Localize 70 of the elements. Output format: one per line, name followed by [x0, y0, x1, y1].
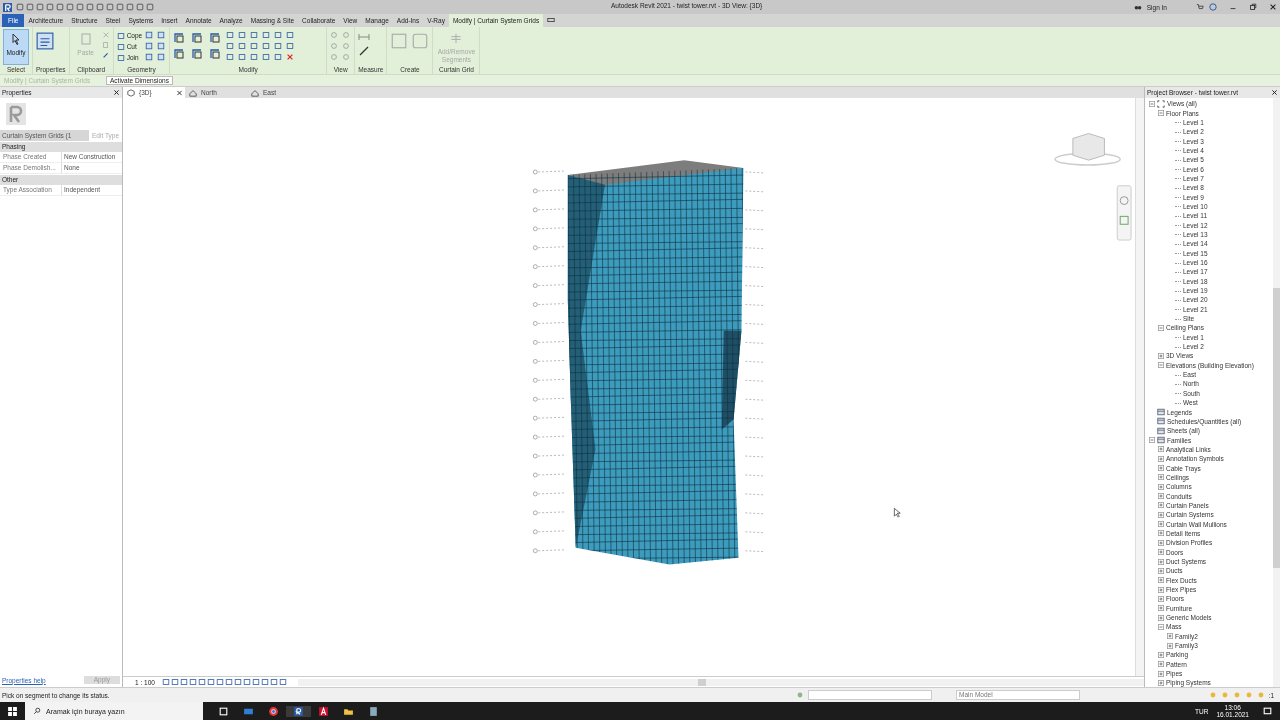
expand-toggle-icon[interactable] [1158, 651, 1164, 658]
expand-toggle-icon[interactable] [1158, 558, 1164, 565]
cart-icon[interactable] [1196, 3, 1204, 11]
expand-toggle-icon[interactable] [1158, 567, 1164, 574]
close-icon[interactable] [113, 89, 120, 96]
expand-toggle-icon[interactable] [1158, 661, 1164, 668]
scrollbar-thumb[interactable] [697, 678, 706, 686]
brush-icon[interactable] [101, 51, 110, 59]
tool-icon[interactable] [286, 53, 295, 61]
navigation-bar-icon[interactable] [1116, 185, 1132, 241]
panel-toggle-icon[interactable] [547, 16, 556, 24]
expand-toggle-icon[interactable] [1158, 352, 1164, 359]
clipboard-icon [78, 32, 93, 46]
house-icon [251, 88, 259, 97]
expand-toggle-icon[interactable] [1167, 642, 1173, 649]
vertical-scrollbar[interactable] [1135, 98, 1144, 676]
restore-icon[interactable] [1249, 3, 1257, 11]
help-icon[interactable] [1209, 3, 1217, 11]
app-logo-icon[interactable] [3, 2, 12, 12]
expand-toggle-icon[interactable] [1158, 455, 1164, 462]
expand-toggle-icon[interactable] [1158, 465, 1164, 472]
expand-toggle-icon[interactable] [1158, 670, 1164, 677]
tool-icon[interactable] [173, 48, 186, 60]
expand-toggle-icon[interactable] [1158, 614, 1164, 621]
expand-toggle-icon[interactable] [1158, 605, 1164, 612]
cube-icon [127, 88, 135, 97]
expand-toggle-icon[interactable] [1158, 324, 1164, 331]
workset-field[interactable] [808, 690, 932, 700]
scissors-icon[interactable] [101, 31, 110, 39]
views-icon [1157, 99, 1165, 108]
revit-app-icon[interactable] [286, 705, 311, 717]
expand-toggle-icon[interactable] [1158, 539, 1164, 546]
expand-toggle-icon[interactable] [1158, 595, 1164, 602]
expand-toggle-icon[interactable] [1167, 633, 1173, 640]
tool-icon[interactable] [191, 32, 204, 44]
tool-icon[interactable] [173, 32, 186, 44]
expand-toggle-icon[interactable] [1158, 521, 1164, 528]
expand-toggle-icon[interactable] [1149, 437, 1155, 444]
tool-icon[interactable] [191, 48, 204, 60]
cursor-icon [894, 508, 901, 518]
expand-toggle-icon[interactable] [1158, 577, 1164, 584]
close-icon[interactable] [1269, 3, 1277, 11]
expand-toggle-icon[interactable] [1158, 530, 1164, 537]
close-icon[interactable] [1271, 89, 1278, 96]
expand-toggle-icon[interactable] [1158, 549, 1164, 556]
expand-toggle-icon[interactable] [1158, 502, 1164, 509]
expand-toggle-icon[interactable] [1158, 493, 1164, 500]
expand-toggle-icon[interactable] [1158, 483, 1164, 490]
properties-icon[interactable] [36, 32, 54, 50]
tool-icon[interactable] [209, 32, 222, 44]
workset-icon[interactable] [796, 691, 804, 699]
expand-toggle-icon[interactable] [1158, 680, 1164, 686]
expand-toggle-icon[interactable] [1158, 110, 1164, 116]
expand-toggle-icon[interactable] [1158, 474, 1164, 481]
search-icon [33, 707, 41, 715]
view-cube-icon[interactable] [1054, 133, 1121, 166]
expand-toggle-icon[interactable] [1149, 100, 1155, 107]
expand-toggle-icon[interactable] [1158, 586, 1164, 593]
family-type-icon [6, 103, 26, 125]
expand-toggle-icon[interactable] [1158, 511, 1164, 518]
measure-icon[interactable] [358, 45, 371, 57]
scrollbar-thumb[interactable] [1273, 288, 1280, 568]
expand-toggle-icon[interactable] [1158, 623, 1164, 630]
expand-toggle-icon[interactable] [1158, 446, 1164, 453]
house-icon [189, 88, 197, 97]
tool-icon[interactable] [209, 48, 222, 60]
tower-model-drawing[interactable] [533, 160, 766, 565]
expand-toggle-icon[interactable] [1158, 362, 1164, 369]
binoculars-icon[interactable] [1133, 3, 1142, 11]
grid-icon [449, 32, 464, 45]
